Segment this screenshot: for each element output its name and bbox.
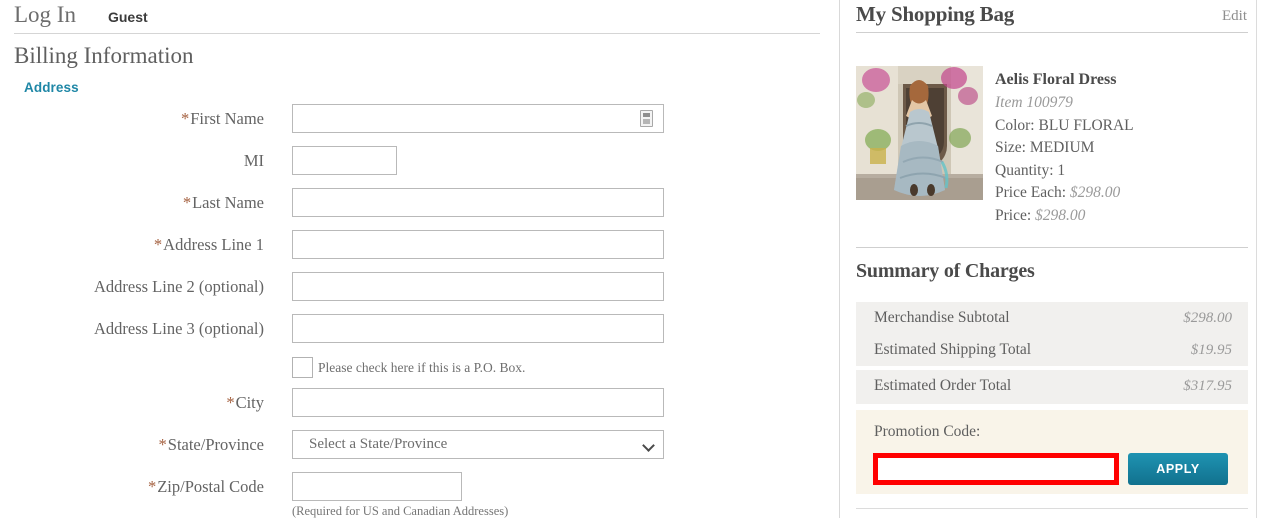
account-tabs: Log In Guest <box>14 2 148 32</box>
required-asterisk: * <box>153 235 163 254</box>
field-row-zip: *Zip/Postal Code (Required for US and Ca… <box>0 472 838 518</box>
product-details: Aelis Floral Dress Item 100979 Color: BL… <box>995 70 1245 227</box>
summary-label: Merchandise Subtotal <box>874 309 1010 326</box>
summary-label: Estimated Shipping Total <box>874 341 1032 358</box>
field-row-mi: MI <box>0 146 838 188</box>
label-state-province: *State/Province <box>158 435 264 454</box>
required-asterisk: * <box>226 393 235 412</box>
label-address-line-1: *Address Line 1 <box>153 235 264 254</box>
field-row-state-province: *State/Province Select a State/Province <box>0 430 838 472</box>
state-province-select[interactable]: Select a State/Province <box>292 430 664 459</box>
header-divider <box>14 33 820 34</box>
zip-input[interactable] <box>292 472 462 501</box>
summary-row-estimated-order-total: Estimated Order Total $317.95 <box>856 370 1248 402</box>
summary-of-charges-title: Summary of Charges <box>856 260 1035 282</box>
billing-form-column: Log In Guest Billing Information Address… <box>0 0 838 518</box>
product-item-number: Item 100979 <box>995 94 1073 111</box>
product-thumbnail[interactable] <box>856 66 983 200</box>
promotion-code-input[interactable] <box>878 458 1114 480</box>
summary-value: $19.95 <box>1190 342 1232 358</box>
label-first-name: *First Name <box>180 109 264 128</box>
label-mi: MI <box>243 151 264 170</box>
field-row-address-line-3: Address Line 3 (optional) <box>0 314 838 356</box>
tab-guest[interactable]: Guest <box>108 9 148 25</box>
address-section-link[interactable]: Address <box>24 80 79 95</box>
summary-total-value: $317.95 <box>1183 378 1232 394</box>
page-title: Billing Information <box>14 43 194 68</box>
promotion-code-highlight <box>873 453 1119 485</box>
required-asterisk: * <box>182 193 192 212</box>
chevron-down-icon <box>642 439 655 452</box>
mi-input[interactable] <box>292 146 397 175</box>
summary-row-estimated-shipping: Estimated Shipping Total $19.95 <box>856 334 1248 366</box>
field-row-first-name: *First Name <box>0 104 838 146</box>
po-box-checkbox[interactable] <box>292 357 313 378</box>
product-price: Price: $298.00 <box>995 205 1245 228</box>
product-price-each-label: Price Each: <box>995 184 1067 201</box>
product-price-label: Price: <box>995 206 1032 224</box>
field-row-po-box: Please check here if this is a P.O. Box. <box>0 356 838 388</box>
edit-bag-link[interactable]: Edit <box>1222 8 1247 25</box>
product-name[interactable]: Aelis Floral Dress <box>995 70 1245 90</box>
summary-total-label: Estimated Order Total <box>874 377 1012 394</box>
po-box-label[interactable]: Please check here if this is a P.O. Box. <box>318 357 525 378</box>
promotion-code-section: Promotion Code: APPLY <box>856 410 1248 494</box>
tab-log-in[interactable]: Log In <box>14 2 76 28</box>
product-price-value: $298.00 <box>1035 206 1086 224</box>
page-right-border <box>1256 0 1257 518</box>
product-price-each: Price Each: $298.00 <box>995 182 1245 205</box>
summary-divider <box>856 247 1248 248</box>
summary-row-merchandise-subtotal: Merchandise Subtotal $298.00 <box>856 302 1248 334</box>
city-input[interactable] <box>292 388 664 417</box>
first-name-input[interactable] <box>292 104 664 133</box>
product-price-each-value: $298.00 <box>1069 184 1121 201</box>
required-asterisk: * <box>180 109 190 128</box>
field-row-last-name: *Last Name <box>0 188 838 230</box>
label-address-line-2: Address Line 2 (optional) <box>93 277 264 296</box>
state-province-selected-value: Select a State/Province <box>309 436 448 452</box>
bag-title-divider <box>856 32 1248 33</box>
billing-form: *First Name MI *Last Name *Address Line … <box>0 104 838 518</box>
shopping-bag-title: My Shopping Bag <box>856 2 1015 26</box>
address-line-1-input[interactable] <box>292 230 664 259</box>
summary-total-group: Estimated Order Total $317.95 <box>856 370 1248 404</box>
summary-rows-group: Merchandise Subtotal $298.00 Estimated S… <box>856 302 1248 366</box>
field-row-next-partial <box>0 514 838 518</box>
field-row-address-line-2: Address Line 2 (optional) <box>0 272 838 314</box>
required-asterisk: * <box>147 477 157 496</box>
last-name-input[interactable] <box>292 188 664 217</box>
order-summary-column: My Shopping Bag Edit Aelis Floral Dress … <box>839 0 1265 518</box>
address-line-3-input[interactable] <box>292 314 664 343</box>
contact-card-icon[interactable] <box>640 110 653 127</box>
checkout-page: Log In Guest Billing Information Address… <box>0 0 1265 518</box>
apply-promo-button[interactable]: APPLY <box>1128 453 1228 485</box>
product-photo-illustration <box>856 66 983 200</box>
label-address-line-3: Address Line 3 (optional) <box>93 319 264 338</box>
field-row-address-line-1: *Address Line 1 <box>0 230 838 272</box>
label-zip: *Zip/Postal Code <box>147 477 264 496</box>
summary-value: $298.00 <box>1183 310 1232 326</box>
label-last-name: *Last Name <box>182 193 264 212</box>
product-color: Color: BLU FLORAL <box>995 116 1134 134</box>
promotion-code-label: Promotion Code: <box>874 423 981 440</box>
field-row-city: *City <box>0 388 838 430</box>
label-city: *City <box>226 393 264 412</box>
product-size: Size: MEDIUM <box>995 139 1095 156</box>
product-quantity: Quantity: 1 <box>995 161 1066 179</box>
address-line-2-input[interactable] <box>292 272 664 301</box>
panel-bottom-divider <box>856 508 1248 509</box>
required-asterisk: * <box>158 435 167 454</box>
